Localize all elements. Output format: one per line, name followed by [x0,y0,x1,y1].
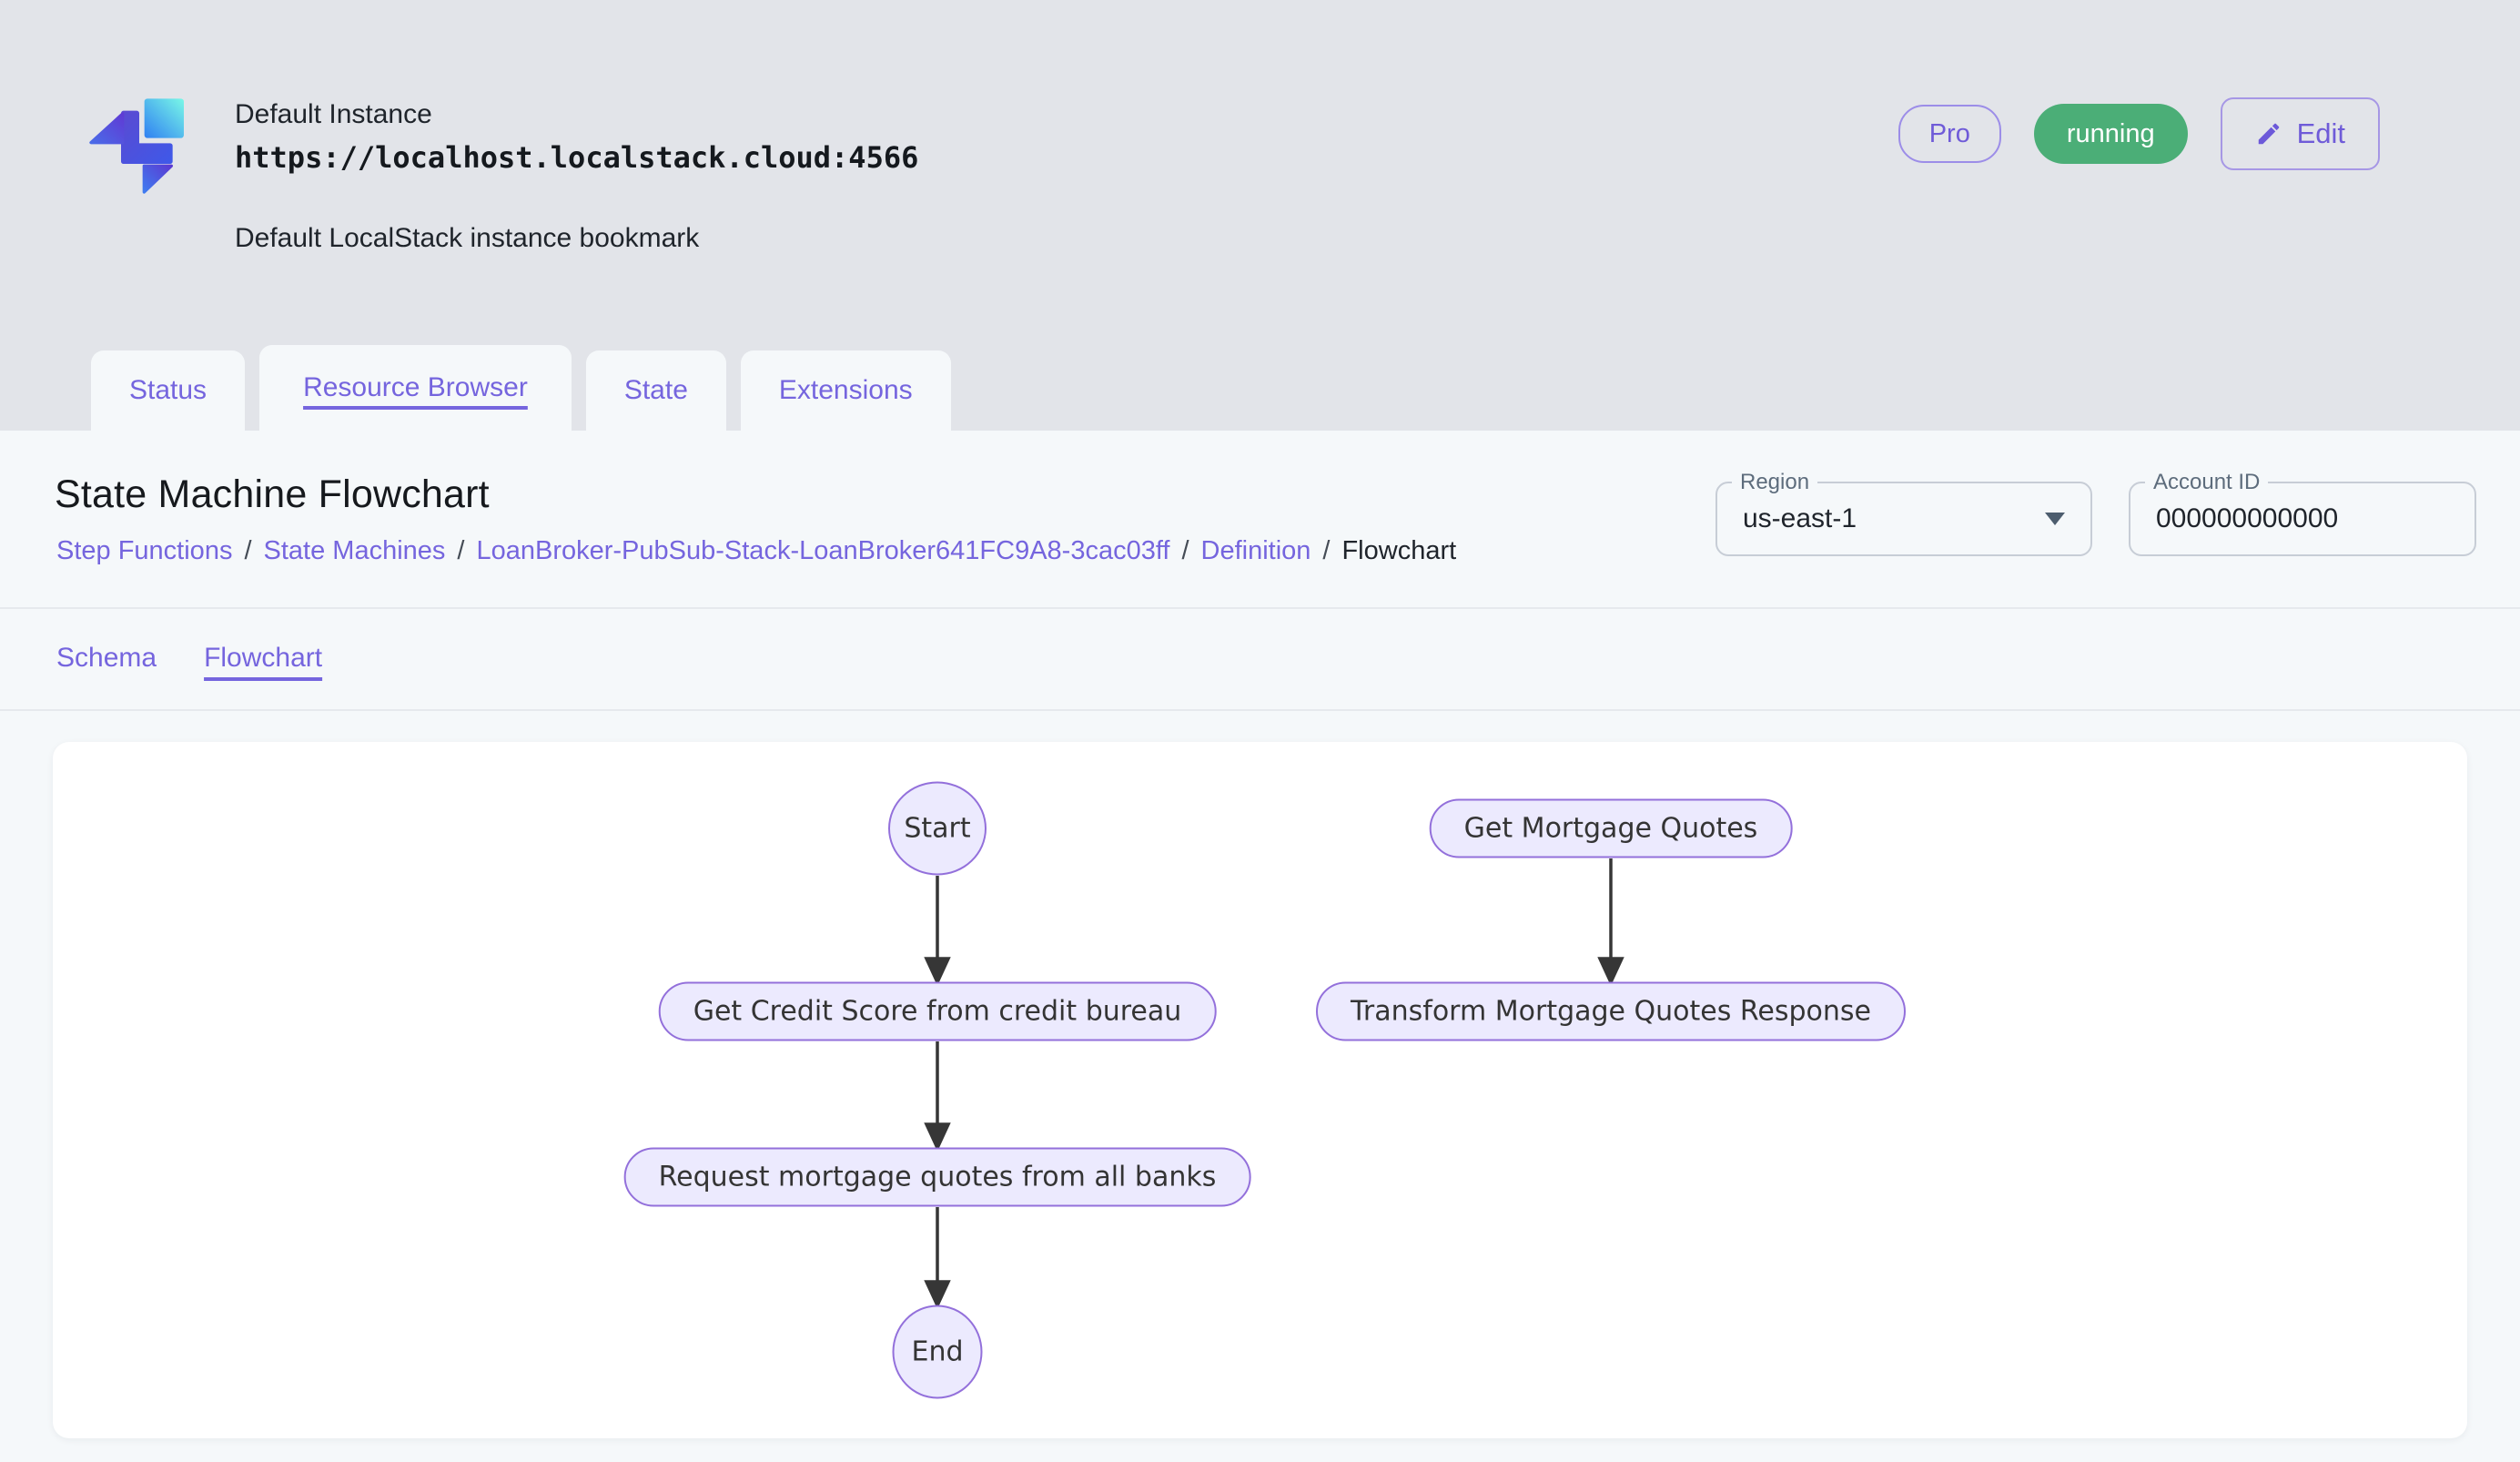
dropdown-arrow-icon [2045,513,2065,525]
account-id-field[interactable]: Account ID 000000000000 [2129,482,2476,556]
breadcrumb-separator: / [457,536,464,566]
region-label: Region [1732,469,1817,496]
panel-header: State Machine Flowchart Step Functions /… [0,431,2520,607]
status-badge: running [2034,104,2188,164]
node-label: Get Mortgage Quotes [1464,813,1758,845]
subtab-schema[interactable]: Schema [56,643,157,674]
instance-header: Default Instance https://localhost.local… [0,0,2520,431]
instance-info: Default Instance https://localhost.local… [235,96,918,257]
breadcrumb-separator: / [1181,536,1189,566]
breadcrumb-separator: / [244,536,251,566]
region-select[interactable]: Region us-east-1 [1715,482,2092,556]
main-tabs: Status Resource Browser State Extensions [91,345,951,431]
breadcrumb-state-machines[interactable]: State Machines [264,536,446,566]
flowchart-node-request-quotes: Request mortgage quotes from all banks [624,1148,1251,1207]
flowchart-node-get-mortgage-quotes: Get Mortgage Quotes [1430,799,1793,858]
localstack-app: Default Instance https://localhost.local… [0,0,2520,1462]
localstack-logo-icon [80,86,189,209]
subtab-flowchart[interactable]: Flowchart [204,643,322,674]
tab-extensions[interactable]: Extensions [741,350,951,431]
definition-subtabs: Schema Flowchart [56,607,322,709]
scope-controls: Region us-east-1 Account ID 000000000000 [1715,482,2476,556]
breadcrumb-flowchart: Flowchart [1341,536,1456,566]
page-title: State Machine Flowchart [55,472,490,517]
breadcrumb-separator: / [1322,536,1330,566]
instance-url: https://localhost.localstack.cloud:4566 [235,137,918,178]
pencil-icon [2255,120,2282,147]
account-id-value: 000000000000 [2156,503,2338,534]
flowchart-card: Start Get Credit Score from credit burea… [53,742,2467,1438]
header-actions: Pro running Edit [1898,96,2380,171]
node-label: Request mortgage quotes from all banks [659,1162,1217,1193]
region-value: us-east-1 [1743,503,1857,534]
breadcrumb-step-functions[interactable]: Step Functions [56,536,232,566]
tab-state[interactable]: State [586,350,726,431]
account-id-label: Account ID [2145,469,2268,496]
resource-browser-panel: State Machine Flowchart Step Functions /… [0,431,2520,1462]
pro-badge: Pro [1898,105,2001,163]
breadcrumb-definition[interactable]: Definition [1201,536,1311,566]
flowchart-node-start: Start [888,782,987,876]
tab-resource-browser[interactable]: Resource Browser [259,345,572,431]
edit-button-label: Edit [2297,117,2345,150]
breadcrumb: Step Functions / State Machines / LoanBr… [56,536,1456,566]
breadcrumb-state-machine-name[interactable]: LoanBroker-PubSub-Stack-LoanBroker641FC9… [476,536,1169,566]
instance-description: Default LocalStack instance bookmark [235,220,918,257]
divider [0,607,2520,609]
node-label: Get Credit Score from credit bureau [693,996,1182,1028]
edit-button[interactable]: Edit [2221,97,2380,170]
node-label: End [911,1336,963,1368]
flowchart-node-get-credit-score: Get Credit Score from credit bureau [659,982,1217,1041]
flowchart-node-end: End [893,1305,983,1399]
instance-name: Default Instance [235,96,918,133]
flowchart-node-transform-response: Transform Mortgage Quotes Response [1316,982,1906,1041]
flowchart-edges [53,742,2467,1438]
node-label: Transform Mortgage Quotes Response [1351,996,1871,1028]
tab-status[interactable]: Status [91,350,245,431]
node-label: Start [904,813,970,845]
divider [0,709,2520,711]
